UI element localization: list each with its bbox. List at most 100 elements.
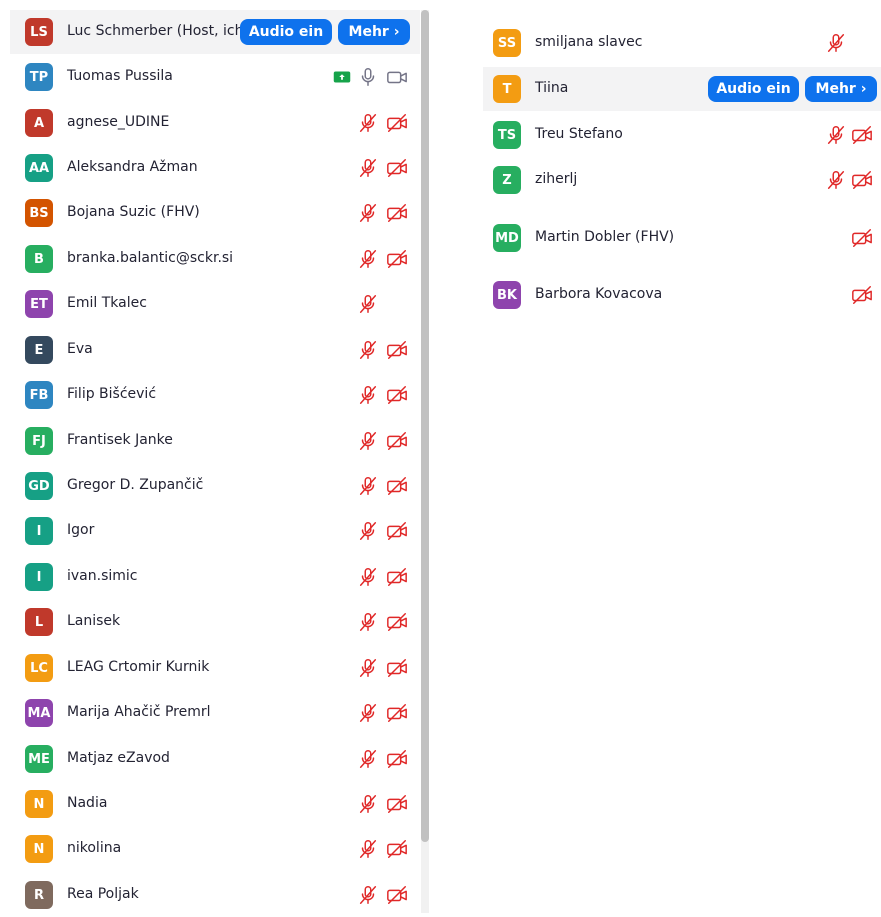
participant-name: Martin Dobler (FHV) bbox=[535, 229, 675, 245]
video-off-icon bbox=[386, 748, 408, 770]
avatar: B bbox=[25, 245, 53, 273]
avatar: ME bbox=[25, 745, 53, 773]
mic-muted-icon bbox=[357, 838, 379, 860]
mic-muted-icon bbox=[357, 248, 379, 270]
video-off-icon bbox=[386, 475, 408, 497]
participant-row[interactable]: Zziherlj bbox=[480, 158, 881, 202]
mic-muted-icon bbox=[357, 202, 379, 224]
mic-muted-icon bbox=[825, 169, 847, 191]
participant-row[interactable]: LS Luc Schmerber (Host, ich) Audio ein Mehr… bbox=[10, 10, 420, 54]
avatar: N bbox=[25, 790, 53, 818]
participant-row[interactable]: BS Bojana Suzic (FHV) bbox=[0, 191, 420, 235]
participant-name: Marija Ahačič Premrl bbox=[67, 704, 211, 720]
participant-name: Barbora Kovacova bbox=[535, 286, 663, 302]
participant-row[interactable]: I Igor bbox=[0, 509, 420, 553]
participant-row[interactable]: ET Emil Tkalec bbox=[0, 282, 420, 326]
avatar: BS bbox=[25, 199, 53, 227]
participant-name: Matjaz eZavod bbox=[67, 750, 170, 766]
participant-row[interactable]: ME Matjaz eZavod bbox=[0, 737, 420, 781]
avatar: MD bbox=[493, 224, 521, 252]
participant-name: branka.balantic@sckr.si bbox=[67, 250, 234, 266]
participant-name: Rea Poljak bbox=[67, 886, 139, 902]
video-off-icon bbox=[386, 702, 408, 724]
mic-muted-icon bbox=[357, 793, 379, 815]
video-off-icon bbox=[386, 793, 408, 815]
more-button[interactable]: Mehr › bbox=[338, 19, 410, 45]
participant-row[interactable]: Nnikolina bbox=[0, 827, 420, 871]
participant-row[interactable]: GD Gregor D. Zupančič bbox=[0, 464, 420, 508]
avatar: BK bbox=[493, 281, 521, 309]
participant-row[interactable]: T Tiina Audio ein Mehr › bbox=[483, 67, 881, 111]
avatar: N bbox=[25, 835, 53, 863]
participant-row[interactable]: MD Martin Dobler (FHV) bbox=[480, 216, 881, 260]
participant-name: Igor bbox=[67, 522, 95, 538]
participant-row[interactable]: TP Tuomas Pussila bbox=[0, 55, 420, 99]
mic-muted-icon bbox=[357, 475, 379, 497]
participant-name: Nadia bbox=[67, 795, 108, 811]
participant-row[interactable]: Iivan.simic bbox=[0, 555, 420, 599]
video-off-icon bbox=[386, 112, 408, 134]
video-off-icon bbox=[386, 838, 408, 860]
avatar: T bbox=[493, 75, 521, 103]
video-off-icon bbox=[386, 657, 408, 679]
participant-row[interactable]: E Eva bbox=[0, 328, 420, 372]
participant-row[interactable]: FJ Frantisek Janke bbox=[0, 419, 420, 463]
participant-name: nikolina bbox=[67, 840, 122, 856]
participant-name: Frantisek Janke bbox=[67, 432, 173, 448]
avatar: L bbox=[25, 608, 53, 636]
avatar: LS bbox=[25, 18, 53, 46]
participant-row[interactable]: L Lanisek bbox=[0, 600, 420, 644]
participant-row[interactable]: Aagnese_UDINE bbox=[0, 101, 420, 145]
participant-name: Treu Stefano bbox=[535, 126, 623, 142]
avatar: TS bbox=[493, 121, 521, 149]
participant-row[interactable]: MA Marija Ahačič Premrl bbox=[0, 691, 420, 735]
avatar: GD bbox=[25, 472, 53, 500]
video-off-icon bbox=[851, 284, 873, 306]
audio-on-button[interactable]: Audio ein bbox=[708, 76, 799, 102]
participant-row[interactable]: TS Treu Stefano bbox=[480, 113, 881, 157]
mic-muted-icon bbox=[357, 657, 379, 679]
audio-on-button[interactable]: Audio ein bbox=[240, 19, 332, 45]
mic-muted-icon bbox=[357, 566, 379, 588]
participant-row[interactable]: LC LEAG Crtomir Kurnik bbox=[0, 646, 420, 690]
screen-share-icon bbox=[331, 66, 353, 88]
mic-muted-icon bbox=[357, 339, 379, 361]
avatar: MA bbox=[25, 699, 53, 727]
avatar: SS bbox=[493, 29, 521, 57]
mic-muted-icon bbox=[357, 611, 379, 633]
participant-row[interactable]: Bbranka.balantic@sckr.si bbox=[0, 237, 420, 281]
avatar: FJ bbox=[25, 427, 53, 455]
avatar: E bbox=[25, 336, 53, 364]
participant-row[interactable]: BK Barbora Kovacova bbox=[480, 273, 881, 317]
participant-name: Gregor D. Zupančič bbox=[67, 477, 204, 493]
mic-muted-icon bbox=[357, 157, 379, 179]
participant-name: ziherlj bbox=[535, 171, 578, 187]
participants-list-left: LS Luc Schmerber (Host, ich) Audio ein Mehr… bbox=[0, 0, 420, 913]
participant-name: smiljana slavec bbox=[535, 34, 643, 50]
participant-row[interactable]: N Nadia bbox=[0, 782, 420, 826]
participant-row[interactable]: FB Filip Bišćević bbox=[0, 373, 420, 417]
avatar: R bbox=[25, 881, 53, 909]
mic-muted-icon bbox=[825, 32, 847, 54]
avatar: FB bbox=[25, 381, 53, 409]
video-off-icon bbox=[386, 566, 408, 588]
participant-row[interactable]: R Rea Poljak bbox=[0, 873, 420, 917]
participant-name: agnese_UDINE bbox=[67, 114, 170, 130]
avatar: ET bbox=[25, 290, 53, 318]
video-off-icon bbox=[851, 124, 873, 146]
video-off-icon bbox=[386, 339, 408, 361]
participant-row[interactable]: SS smiljana slavec bbox=[480, 21, 881, 65]
participant-name: LEAG Crtomir Kurnik bbox=[67, 659, 210, 675]
scrollbar-thumb[interactable] bbox=[421, 10, 429, 842]
participant-name: Luc Schmerber (Host, ich) bbox=[67, 23, 249, 39]
video-off-icon bbox=[851, 227, 873, 249]
mic-muted-icon bbox=[357, 293, 379, 315]
participant-row[interactable]: AA Aleksandra Ažman bbox=[0, 146, 420, 190]
mic-muted-icon bbox=[357, 430, 379, 452]
more-button[interactable]: Mehr › bbox=[805, 76, 877, 102]
participant-name: Filip Bišćević bbox=[67, 386, 157, 402]
participants-list-right: SS smiljana slavec T Tiina Audio ein Mehr › TS… bbox=[480, 0, 881, 913]
video-off-icon bbox=[386, 157, 408, 179]
video-off-icon bbox=[386, 248, 408, 270]
avatar: I bbox=[25, 517, 53, 545]
